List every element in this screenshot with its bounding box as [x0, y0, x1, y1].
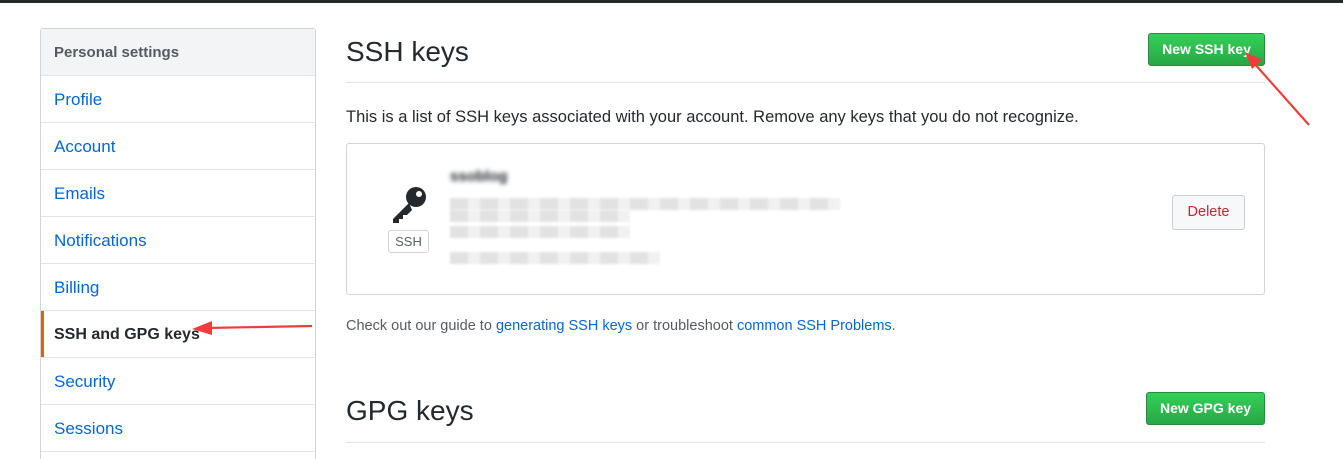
arrow-to-ssh-gpg-keys: [192, 321, 313, 335]
arrow-to-new-ssh-key: [1245, 52, 1310, 126]
annotation-arrows: [192, 52, 1310, 335]
